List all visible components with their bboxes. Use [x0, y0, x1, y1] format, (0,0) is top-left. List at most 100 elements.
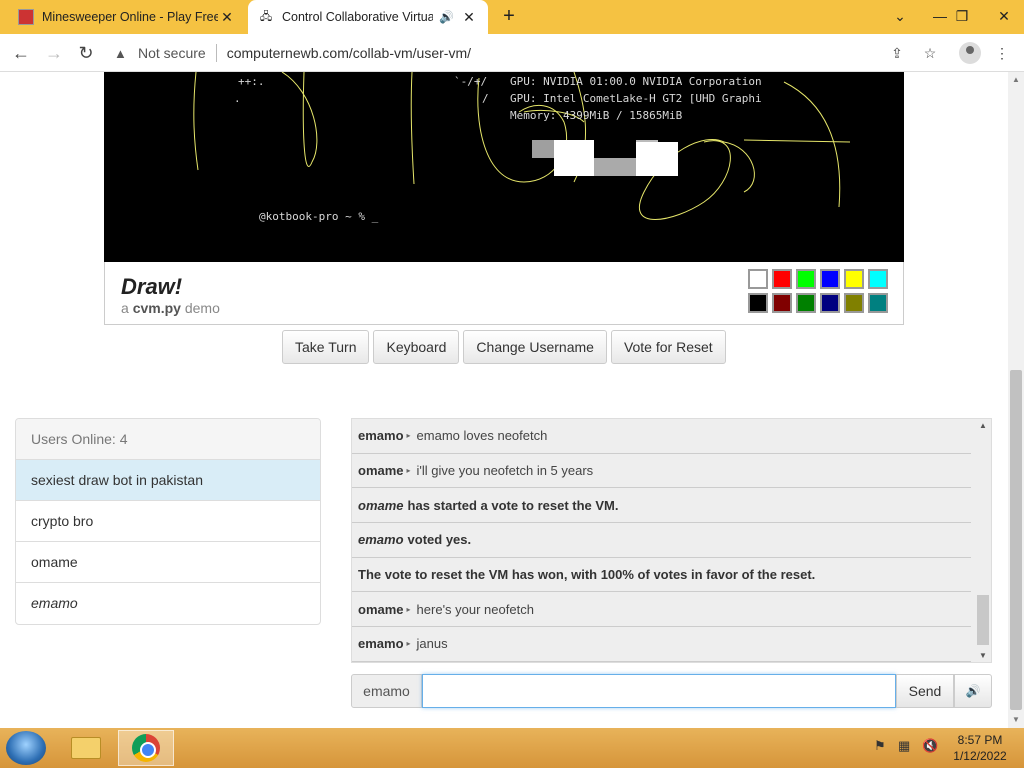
user-list-item[interactable]: sexiest draw bot in pakistan: [16, 460, 320, 501]
speaker-icon[interactable]: 🔊: [439, 10, 454, 24]
scrollbar-thumb[interactable]: [1010, 370, 1022, 710]
chrome-taskbar-button[interactable]: [118, 730, 174, 766]
forward-button[interactable]: →: [42, 41, 66, 65]
chat-text: emamo loves neofetch: [416, 428, 548, 444]
color-swatch[interactable]: [748, 293, 768, 313]
browser-toolbar: ← → ↻ ▲ Not secure computernewb.com/coll…: [0, 34, 1024, 72]
reload-button[interactable]: ↻: [74, 41, 98, 65]
speaker-icon[interactable]: 🔊: [954, 674, 992, 708]
security-label[interactable]: Not secure: [138, 45, 206, 61]
restore-button[interactable]: ❐: [942, 0, 982, 34]
take-turn-button[interactable]: Take Turn: [282, 330, 370, 364]
chevron-right-icon: ▸: [406, 431, 411, 441]
volume-muted-icon[interactable]: 🔇: [922, 738, 938, 754]
file-explorer-button[interactable]: [58, 730, 114, 766]
user-list-item-self[interactable]: emamo: [16, 583, 320, 624]
chat-text: The vote to reset the VM has won, with 1…: [358, 567, 816, 583]
chat-input-bar: emamo Send 🔊: [351, 674, 992, 708]
page-content: GPU: NVIDIA 01:00.0 NVIDIA Corporation G…: [0, 72, 1008, 728]
color-swatch[interactable]: [868, 269, 888, 289]
send-button[interactable]: Send: [896, 674, 954, 708]
chat-text: janus: [416, 636, 448, 652]
new-tab-button[interactable]: +: [498, 6, 520, 28]
start-button[interactable]: [6, 731, 46, 765]
keyboard-button[interactable]: Keyboard: [373, 330, 460, 364]
color-swatch[interactable]: [820, 293, 840, 313]
color-swatch[interactable]: [796, 269, 816, 289]
chat-text: i'll give you neofetch in 5 years: [416, 463, 594, 479]
change-username-button[interactable]: Change Username: [463, 330, 607, 364]
tab-minesweeper[interactable]: Minesweeper Online - Play Free Online Mi…: [8, 0, 246, 34]
action-center-flag-icon[interactable]: ⚑: [874, 738, 886, 754]
drawing-strokes: [193, 72, 851, 220]
vm-display[interactable]: GPU: NVIDIA 01:00.0 NVIDIA Corporation G…: [104, 72, 904, 262]
clock-time: 8:57 PM: [957, 733, 1003, 747]
taskbar: ⚑ ▦ 🔇 8:57 PM 1/12/2022: [0, 728, 1024, 768]
chat-username-label: emamo: [351, 674, 422, 708]
ascii-art-text: ++:.: [238, 75, 265, 88]
collabvm-favicon-icon: 🖧: [259, 10, 273, 23]
chat-username: emamo: [358, 532, 404, 548]
color-swatch[interactable]: [796, 293, 816, 313]
scrollbar-thumb[interactable]: [977, 595, 989, 645]
close-icon[interactable]: ✕: [460, 9, 478, 26]
color-swatch[interactable]: [748, 269, 768, 289]
draw-subtitle: a cvm.py demo: [121, 300, 220, 316]
color-palette: [748, 269, 888, 313]
chat-username: omame: [358, 463, 404, 479]
color-swatch[interactable]: [820, 269, 840, 289]
chat-message: emamo ▸ emamo loves neofetch: [352, 419, 971, 454]
chat-log[interactable]: emamo ▸ emamo loves neofetch omame ▸ i'll gi…: [351, 418, 992, 663]
chat-username: omame: [358, 601, 404, 617]
vm-info-panel: Draw! a cvm.py demo: [104, 262, 904, 325]
color-swatch[interactable]: [844, 293, 864, 313]
chat-input[interactable]: [422, 674, 896, 708]
chat-username: emamo: [358, 428, 404, 444]
color-swatch[interactable]: [772, 293, 792, 313]
page-scrollbar[interactable]: ▲ ▼: [1008, 72, 1024, 728]
terminal-line: GPU: Intel CometLake-H GT2 [UHD Graphi: [510, 92, 762, 105]
ascii-art-text: `-/+/: [454, 75, 488, 88]
tab-collabvm[interactable]: 🖧 Control Collaborative Virtual Machines…: [248, 0, 488, 34]
user-list-item[interactable]: crypto bro: [16, 501, 320, 542]
scroll-up-icon[interactable]: ▲: [975, 421, 991, 430]
bookmark-star-icon[interactable]: ☆: [919, 42, 941, 64]
minesweeper-favicon-icon: [18, 9, 34, 25]
ascii-art-text: /: [482, 92, 489, 105]
color-swatch[interactable]: [868, 293, 888, 313]
system-clock[interactable]: 8:57 PM 1/12/2022: [948, 732, 1012, 764]
subtitle-name: cvm.py: [132, 300, 181, 316]
chat-text: voted yes.: [407, 532, 472, 548]
subtitle-prefix: a: [121, 300, 129, 316]
chat-username: omame: [358, 497, 404, 513]
menu-kebab-icon[interactable]: ⋮: [991, 42, 1013, 64]
chat-text: here's your neofetch: [416, 601, 534, 617]
warning-icon[interactable]: ▲: [114, 46, 132, 61]
color-swatch[interactable]: [772, 269, 792, 289]
back-button[interactable]: ←: [9, 41, 33, 65]
profile-avatar[interactable]: [959, 42, 981, 64]
chat-message: emamo ▸ janus: [352, 627, 971, 662]
divider: [215, 44, 217, 62]
chat-scrollbar[interactable]: ▲ ▼: [975, 419, 991, 662]
network-icon[interactable]: ▦: [898, 738, 910, 754]
close-icon[interactable]: ✕: [218, 9, 236, 26]
chrome-icon: [132, 734, 160, 762]
shell-prompt: @kotbook-pro ~ % _: [259, 210, 379, 223]
draw-title: Draw!: [121, 274, 183, 299]
scroll-up-icon[interactable]: ▲: [1008, 72, 1024, 88]
user-list-item[interactable]: omame: [16, 542, 320, 583]
tab-search-icon[interactable]: ⌄: [880, 0, 920, 34]
system-message: omame has started a vote to reset the VM.: [352, 488, 971, 524]
share-icon[interactable]: ⇪: [886, 42, 908, 64]
color-swatch[interactable]: [844, 269, 864, 289]
users-online-header: Users Online: 4: [16, 419, 320, 460]
url-text[interactable]: computernewb.com/collab-vm/user-vm/: [227, 45, 471, 61]
scroll-down-icon[interactable]: ▼: [1008, 712, 1024, 728]
close-window-button[interactable]: ✕: [984, 0, 1024, 34]
chat-message: omame ▸ here's your neofetch: [352, 592, 971, 628]
vote-reset-button[interactable]: Vote for Reset: [610, 330, 726, 364]
chevron-right-icon: ▸: [406, 466, 411, 476]
scroll-down-icon[interactable]: ▼: [975, 651, 991, 660]
address-bar[interactable]: ▲ Not secure computernewb.com/collab-vm/…: [106, 39, 946, 67]
